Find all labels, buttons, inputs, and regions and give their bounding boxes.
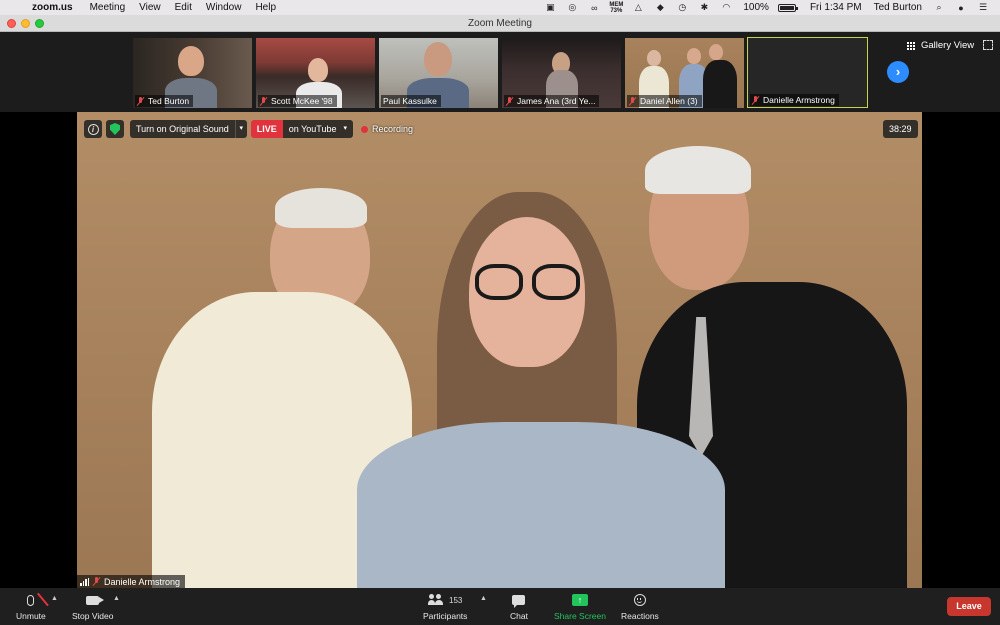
grid-icon bbox=[907, 41, 915, 50]
share-screen-button[interactable]: ↑ Share Screen bbox=[554, 592, 606, 621]
menu-help[interactable]: Help bbox=[248, 0, 283, 15]
participants-icon bbox=[428, 594, 446, 606]
next-page-button[interactable]: › bbox=[887, 61, 909, 83]
gallery-view-button[interactable]: Gallery View bbox=[907, 40, 974, 51]
meeting-toolbar: Unmute ▲ Stop Video ▲ 153 Participants ▲… bbox=[0, 588, 1000, 625]
active-speaker-video bbox=[77, 112, 922, 588]
stop-video-button[interactable]: Stop Video bbox=[72, 592, 113, 621]
live-badge: LIVE bbox=[250, 120, 283, 138]
menu-view[interactable]: View bbox=[132, 0, 168, 15]
chevron-down-icon: ▾ bbox=[239, 125, 243, 132]
window-titlebar: Zoom Meeting bbox=[0, 15, 1000, 32]
bluetooth-icon[interactable]: ✱ bbox=[698, 2, 710, 13]
muted-mic-icon bbox=[629, 96, 636, 106]
participant-tile[interactable]: Ted Burton bbox=[133, 38, 252, 108]
muted-mic-icon bbox=[752, 95, 759, 105]
smiley-icon bbox=[633, 594, 646, 606]
meeting-timer: 38:29 bbox=[883, 120, 918, 138]
menu-app-name[interactable]: zoom.us bbox=[28, 0, 83, 15]
active-speaker-label: Danielle Armstrong bbox=[77, 575, 186, 588]
siri-icon[interactable]: ● bbox=[955, 3, 967, 13]
signal-strength-icon bbox=[80, 577, 90, 586]
main-video-stage bbox=[0, 112, 1000, 588]
audio-options-caret[interactable]: ▲ bbox=[51, 595, 58, 602]
video-options-caret[interactable]: ▲ bbox=[113, 595, 120, 602]
menu-edit[interactable]: Edit bbox=[168, 0, 199, 15]
user-name[interactable]: Ted Burton bbox=[868, 2, 928, 13]
tile-label: Danielle Armstrong bbox=[750, 94, 839, 106]
wifi-icon[interactable]: ◠ bbox=[720, 2, 732, 13]
original-sound-button[interactable]: Turn on Original Sound bbox=[130, 120, 235, 138]
camera-icon bbox=[86, 595, 105, 605]
sync-tray-icon[interactable]: ◎ bbox=[566, 2, 578, 13]
participant-tile[interactable]: Paul Kassulke bbox=[379, 38, 498, 108]
muted-mic-icon bbox=[93, 577, 100, 586]
menu-window[interactable]: Window bbox=[199, 0, 249, 15]
tile-label: Scott McKee '98 bbox=[258, 95, 337, 107]
dropbox-tray-icon[interactable]: ◆ bbox=[654, 2, 666, 13]
muted-mic-icon bbox=[506, 96, 513, 106]
meeting-info-button[interactable]: i bbox=[84, 120, 102, 138]
security-button[interactable] bbox=[106, 120, 124, 138]
memory-monitor[interactable]: MEM 73% bbox=[609, 2, 623, 14]
clock[interactable]: Fri 1:34 PM bbox=[804, 2, 868, 13]
muted-mic-icon bbox=[260, 96, 267, 106]
recording-indicator: Recording bbox=[360, 124, 413, 134]
chat-button[interactable]: Chat bbox=[510, 592, 528, 621]
video-top-controls: i Turn on Original Sound ▾ LIVE on YouTu… bbox=[84, 120, 413, 138]
reactions-button[interactable]: Reactions bbox=[621, 592, 659, 621]
drive-tray-icon[interactable]: △ bbox=[632, 2, 644, 13]
notification-center-icon[interactable]: ☰ bbox=[977, 2, 989, 13]
participant-tile-active[interactable]: Danielle Armstrong bbox=[747, 37, 868, 108]
participants-options-caret[interactable]: ▲ bbox=[480, 595, 487, 602]
original-sound-dropdown[interactable]: ▾ bbox=[234, 120, 247, 138]
spotlight-search-icon[interactable]: ⌕ bbox=[933, 2, 945, 13]
participants-button[interactable]: 153 Participants bbox=[423, 592, 467, 621]
tile-label: Ted Burton bbox=[135, 95, 194, 107]
window-title: Zoom Meeting bbox=[468, 18, 532, 29]
chevron-right-icon: › bbox=[895, 64, 901, 79]
participant-tile[interactable]: Scott McKee '98 bbox=[256, 38, 375, 108]
muted-mic-icon bbox=[137, 96, 144, 106]
shield-icon bbox=[110, 123, 120, 135]
share-screen-icon: ↑ bbox=[571, 594, 588, 606]
participant-tile[interactable]: Daniel Allen (3) bbox=[625, 38, 744, 108]
chat-icon bbox=[512, 595, 526, 608]
zoom-tray-icon[interactable]: ▣ bbox=[544, 2, 556, 13]
tile-label: Paul Kassulke bbox=[381, 95, 441, 107]
chevron-down-icon: ▾ bbox=[343, 125, 347, 132]
time-machine-icon[interactable]: ◷ bbox=[676, 2, 688, 13]
participant-tile[interactable]: James Ana (3rd Ye... bbox=[502, 38, 621, 108]
gallery-strip: Ted Burton Scott McKee '98 Paul Kassulke… bbox=[0, 32, 1000, 112]
tile-label: James Ana (3rd Ye... bbox=[504, 95, 600, 107]
creative-cloud-icon[interactable]: ∞ bbox=[588, 3, 600, 13]
record-dot-icon bbox=[360, 125, 368, 133]
muted-mic-icon bbox=[27, 594, 35, 606]
fullscreen-icon[interactable] bbox=[983, 40, 993, 50]
tile-label: Daniel Allen (3) bbox=[627, 95, 702, 107]
battery-icon[interactable] bbox=[777, 3, 798, 12]
mac-menubar: zoom.us Meeting View Edit Window Help ▣ … bbox=[0, 0, 1000, 15]
leave-button[interactable]: Leave bbox=[947, 597, 991, 616]
unmute-button[interactable]: Unmute bbox=[16, 592, 46, 621]
participant-count: 153 bbox=[449, 595, 463, 605]
live-stream-button[interactable]: on YouTube ▾ bbox=[282, 120, 353, 138]
info-icon: i bbox=[87, 123, 99, 135]
battery-percent[interactable]: 100% bbox=[737, 2, 775, 13]
menu-meeting[interactable]: Meeting bbox=[83, 0, 133, 15]
